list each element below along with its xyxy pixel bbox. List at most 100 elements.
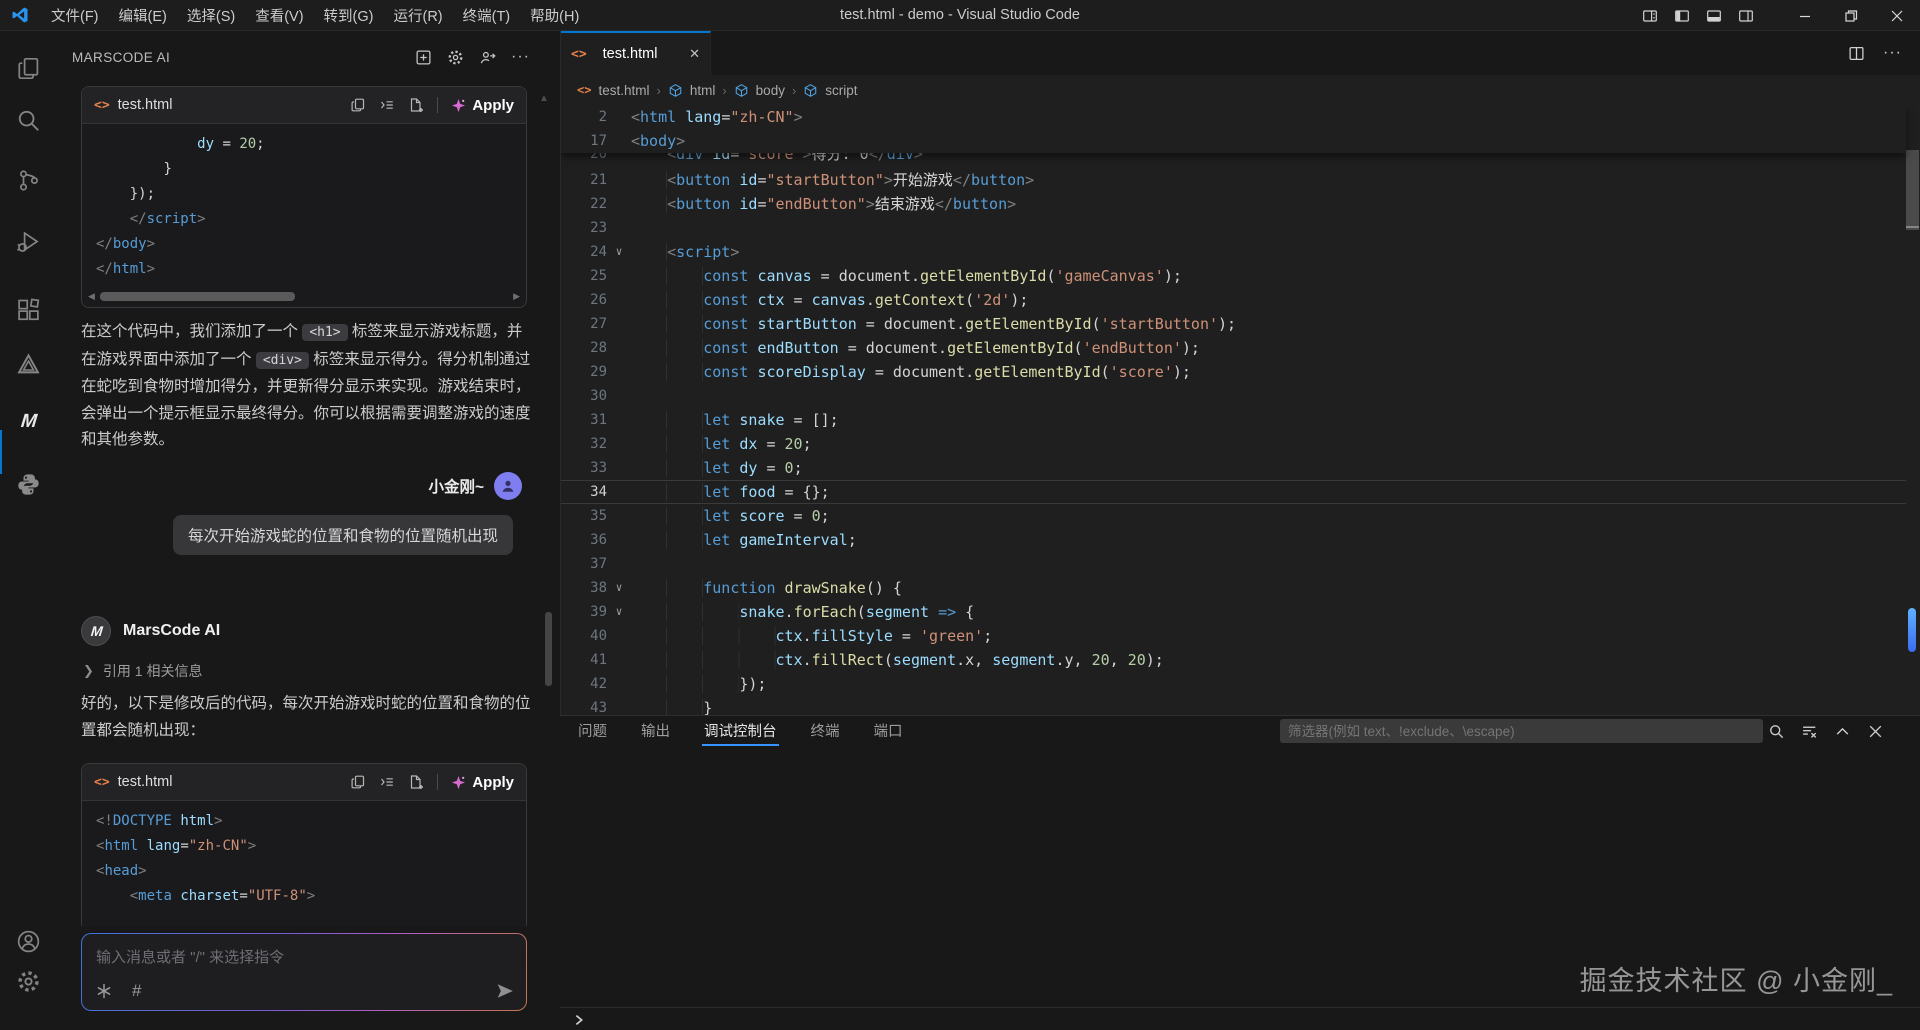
chat-input-box[interactable]: 输入消息或者 "/" 来选择指令 #	[81, 933, 527, 1011]
menu-go[interactable]: 转到(G)	[314, 0, 384, 30]
line-number: 35	[561, 504, 607, 528]
code-line: 29 const scoreDisplay = document.getElem…	[561, 360, 1906, 384]
scroll-left-arrow-icon[interactable]: ◀	[88, 291, 95, 301]
toggle-panel-icon[interactable]	[1706, 8, 1722, 24]
menu-edit[interactable]: 编辑(E)	[109, 0, 177, 30]
chat-scrollbar[interactable]	[545, 612, 552, 686]
feedback-user-icon[interactable]	[479, 49, 496, 66]
explorer-icon[interactable]	[0, 46, 56, 90]
more-actions-icon[interactable]: ···	[1883, 44, 1902, 62]
chevron-up-icon[interactable]	[1834, 723, 1851, 740]
code-line: 2<html lang="zh-CN">	[561, 105, 1906, 129]
code-line: 39∨ snake.forEach(segment => {	[561, 600, 1906, 624]
breadcrumb-item-body[interactable]: body	[756, 83, 785, 98]
settings-gear-icon[interactable]	[0, 959, 56, 1003]
editor-scrollbar[interactable]	[1906, 105, 1919, 715]
account-icon[interactable]	[0, 919, 56, 963]
code-line: dy = 20;	[96, 132, 526, 157]
close-panel-icon[interactable]	[1867, 723, 1884, 740]
debug-filter-input[interactable]	[1280, 724, 1763, 739]
line-number: 40	[561, 624, 607, 648]
tab-test-html[interactable]: <> test.html ✕	[561, 31, 711, 75]
copy-icon[interactable]	[350, 97, 366, 113]
minimize-button[interactable]	[1782, 0, 1828, 31]
html-file-icon: <>	[577, 83, 591, 97]
marscode-icon[interactable]: M	[0, 400, 56, 444]
hash-context-icon[interactable]: #	[132, 981, 141, 1001]
copy-icon[interactable]	[350, 774, 366, 790]
insert-icon[interactable]	[379, 97, 395, 113]
clear-filter-icon[interactable]	[1801, 723, 1818, 740]
window-title: test.html - demo - Visual Studio Code	[840, 7, 1080, 23]
send-icon[interactable]	[496, 982, 514, 1000]
user-avatar	[494, 472, 522, 500]
scroll-right-arrow-icon[interactable]: ▶	[513, 291, 520, 301]
code-line: });	[96, 182, 526, 207]
code-line: 23	[561, 216, 1906, 240]
fold-gutter	[607, 456, 631, 480]
menu-view[interactable]: 查看(V)	[245, 0, 313, 30]
menu-file[interactable]: 文件(F)	[41, 0, 109, 30]
apply-button[interactable]: Apply	[451, 97, 514, 114]
search-icon[interactable]	[1768, 723, 1785, 740]
fold-gutter	[607, 384, 631, 408]
menu-selection[interactable]: 选择(S)	[177, 0, 245, 30]
scrollbar-thumb[interactable]	[100, 292, 295, 301]
restore-button[interactable]	[1828, 0, 1874, 31]
new-chat-icon[interactable]	[415, 49, 432, 66]
breadcrumb-item-script[interactable]: script	[825, 83, 857, 98]
panel-tab-problems[interactable]: 问题	[576, 716, 609, 746]
fold-chevron-icon[interactable]: ∨	[607, 240, 631, 264]
line-number: 32	[561, 432, 607, 456]
source-control-icon[interactable]	[0, 158, 56, 202]
panel-tab-terminal[interactable]: 终端	[809, 716, 842, 746]
toggle-sidebar-icon[interactable]	[1674, 8, 1690, 24]
html-file-icon: <>	[94, 775, 110, 790]
line-number: 29	[561, 360, 607, 384]
apply-button[interactable]: Apply	[451, 774, 514, 791]
extension-icon[interactable]	[0, 342, 56, 386]
search-icon[interactable]	[0, 98, 56, 142]
panel-tab-output[interactable]: 输出	[639, 716, 672, 746]
code-line: 25 const canvas = document.getElementByI…	[561, 264, 1906, 288]
scrollbar-thumb[interactable]	[1906, 150, 1919, 230]
panel-tab-debug-console[interactable]: 调试控制台	[702, 716, 779, 746]
extensions-icon[interactable]	[0, 288, 56, 332]
python-icon[interactable]	[0, 462, 56, 506]
breadcrumb-item-html[interactable]: html	[690, 83, 716, 98]
skill-star-icon[interactable]	[96, 983, 112, 999]
more-icon[interactable]: ···	[511, 48, 530, 66]
code-editor[interactable]: 2<html lang="zh-CN">17<body> 20 <div id=…	[561, 105, 1920, 715]
symbol-cube-icon	[734, 83, 749, 98]
reference-toggle[interactable]: ❯ 引用 1 相关信息	[83, 661, 202, 681]
horizontal-scrollbar[interactable]	[98, 292, 510, 301]
code-line: <head>	[96, 859, 526, 884]
fold-chevron-icon[interactable]: ∨	[607, 576, 631, 600]
menu-terminal[interactable]: 终端(T)	[453, 0, 521, 30]
toggle-secondary-sidebar-icon[interactable]	[1738, 8, 1754, 24]
line-number: 36	[561, 528, 607, 552]
tab-bar: <> test.html ✕ ···	[561, 31, 1920, 75]
close-tab-icon[interactable]: ✕	[689, 46, 700, 62]
panel-tab-ports[interactable]: 端口	[872, 716, 905, 746]
split-editor-icon[interactable]	[1848, 45, 1865, 62]
close-window-button[interactable]	[1874, 0, 1920, 31]
insert-icon[interactable]	[379, 774, 395, 790]
code-line: 40 ctx.fillStyle = 'green';	[561, 624, 1906, 648]
breadcrumb-item-file[interactable]: test.html	[598, 83, 649, 98]
user-name: 小金刚~	[428, 475, 484, 497]
fold-chevron-icon[interactable]: ∨	[607, 600, 631, 624]
inline-code-chip: <div>	[256, 352, 309, 369]
menu-run[interactable]: 运行(R)	[383, 0, 452, 30]
settings-gear-icon[interactable]	[447, 49, 464, 66]
run-debug-icon[interactable]	[0, 219, 56, 263]
debug-filter-box[interactable]	[1280, 719, 1763, 743]
new-file-icon[interactable]	[408, 774, 424, 790]
new-file-icon[interactable]	[408, 97, 424, 113]
menu-help[interactable]: 帮助(H)	[520, 0, 589, 30]
symbol-cube-icon	[803, 83, 818, 98]
customize-layout-icon[interactable]	[1642, 8, 1658, 24]
marscode-scroll-indicator[interactable]	[1908, 608, 1916, 652]
debug-console-input[interactable]	[560, 1008, 1920, 1030]
scroll-up-arrow-icon[interactable]: ▲	[539, 93, 549, 104]
